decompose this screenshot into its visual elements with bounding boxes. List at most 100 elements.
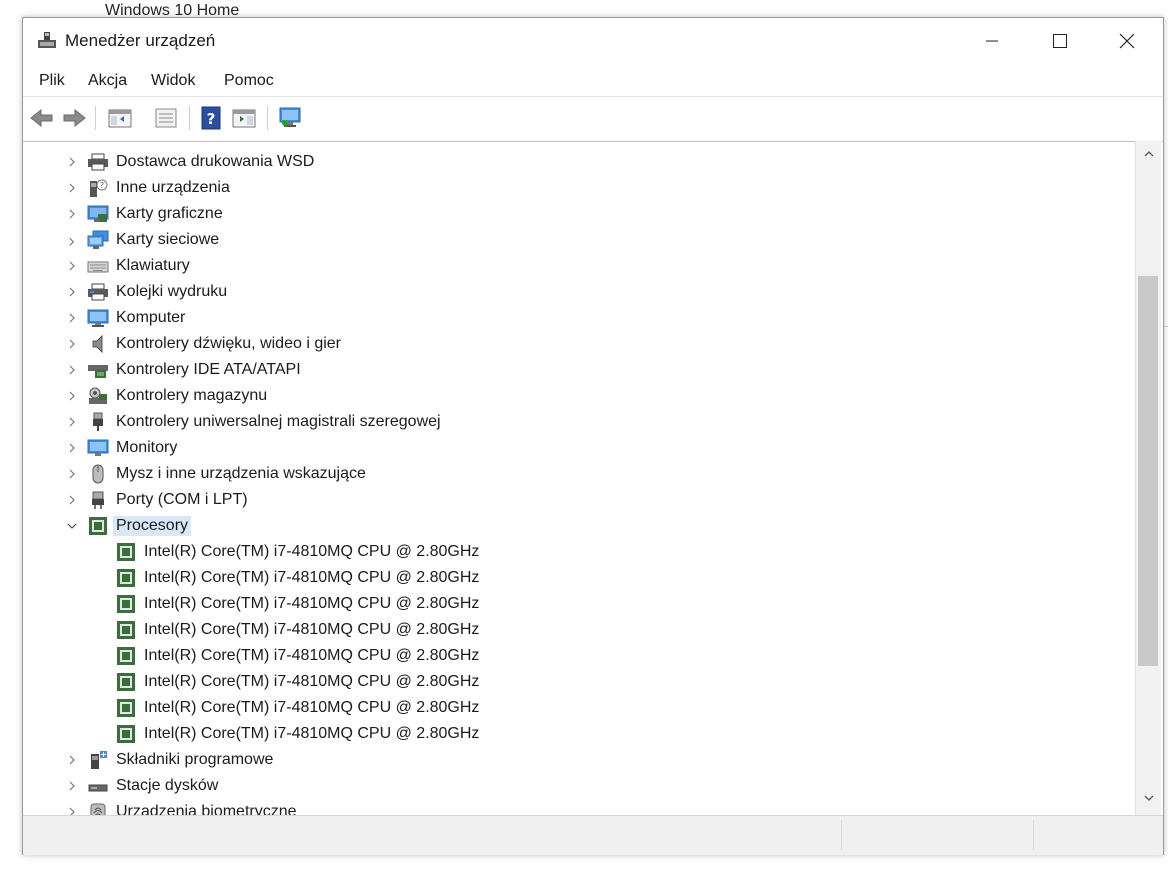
tree-item-storage-controllers[interactable]: Kontrolery magazynu	[67, 384, 667, 408]
tree-item-label: Kontrolery IDE ATA/ATAPI	[116, 361, 301, 378]
menu-pomoc[interactable]: Pomoc	[224, 70, 274, 92]
minimize-button[interactable]	[968, 26, 1016, 56]
tree-item-label: Procesory	[113, 516, 192, 536]
tree-item-cpu[interactable]: Intel(R) Core(TM) i7-4810MQ CPU @ 2.80GH…	[115, 644, 615, 668]
processor-icon	[117, 725, 135, 743]
tree-item-biometric-devices[interactable]: Urządzenia biometryczne	[67, 800, 667, 816]
status-separator	[1033, 820, 1034, 850]
chevron-right-icon[interactable]	[67, 155, 77, 169]
tree-item-keyboards[interactable]: Klawiatury	[67, 254, 667, 278]
tree-item-usb-controllers[interactable]: Kontrolery uniwersalnej magistrali szere…	[67, 410, 667, 434]
chevron-right-icon[interactable]	[67, 285, 77, 299]
tree-item-label: Komputer	[116, 309, 186, 326]
tree-item-label: Mysz i inne urządzenia wskazujące	[116, 465, 366, 482]
tree-item-software-components[interactable]: Składniki programowe	[67, 748, 667, 772]
tree-item-cpu[interactable]: Intel(R) Core(TM) i7-4810MQ CPU @ 2.80GH…	[115, 566, 615, 590]
status-bar	[23, 815, 1163, 855]
tree-item-cpu[interactable]: Intel(R) Core(TM) i7-4810MQ CPU @ 2.80GH…	[115, 592, 615, 616]
forward-arrow-icon[interactable]	[61, 106, 87, 130]
chevron-right-icon[interactable]	[67, 259, 77, 273]
print-queue-icon	[88, 283, 108, 301]
tree-item-monitors[interactable]: Monitory	[67, 436, 667, 460]
disk-drive-icon	[88, 784, 108, 792]
chevron-right-icon[interactable]	[67, 441, 77, 455]
toolbar-separator	[95, 106, 96, 130]
toolbar-separator	[189, 106, 190, 130]
title-bar[interactable]: Menedżer urządzeń	[23, 18, 1163, 64]
tree-item-network-adapters[interactable]: Karty sieciowe	[67, 228, 667, 252]
help-icon[interactable]: ?	[199, 106, 225, 130]
tree-item-label: Intel(R) Core(TM) i7-4810MQ CPU @ 2.80GH…	[144, 569, 480, 586]
processor-icon	[117, 569, 135, 587]
processor-icon	[117, 673, 135, 691]
tree-item-sound-video-game-controllers[interactable]: Kontrolery dźwięku, wideo i gier	[67, 332, 667, 356]
tree-item-label: Inne urządzenia	[116, 179, 230, 196]
tree-item-disk-drives[interactable]: Stacje dysków	[67, 774, 667, 798]
tree-item-ide-ata-atapi-controllers[interactable]: Kontrolery IDE ATA/ATAPI	[67, 358, 667, 382]
chevron-right-icon[interactable]	[67, 181, 77, 195]
tree-item-label: Klawiatury	[116, 257, 190, 274]
tree-item-cpu[interactable]: Intel(R) Core(TM) i7-4810MQ CPU @ 2.80GH…	[115, 540, 615, 564]
menu-bar: Plik Akcja Widok Pomoc	[23, 66, 1163, 96]
tree-item-cpu[interactable]: Intel(R) Core(TM) i7-4810MQ CPU @ 2.80GH…	[115, 670, 615, 694]
tree-item-label: Kontrolery uniwersalnej magistrali szere…	[116, 413, 441, 430]
computer-icon	[87, 309, 109, 327]
chevron-right-icon[interactable]	[67, 389, 77, 403]
software-component-icon	[91, 751, 107, 769]
tree-item-label: Kontrolery dźwięku, wideo i gier	[116, 335, 341, 352]
show-hide-console-tree-icon[interactable]	[107, 106, 133, 130]
chevron-right-icon[interactable]	[67, 779, 77, 793]
maximize-button[interactable]	[1035, 26, 1083, 56]
close-button[interactable]	[1103, 26, 1151, 56]
scrollbar-thumb[interactable]	[1138, 276, 1158, 666]
tree-item-cpu[interactable]: Intel(R) Core(TM) i7-4810MQ CPU @ 2.80GH…	[115, 696, 615, 720]
svg-text:?: ?	[207, 110, 216, 128]
chevron-down-icon[interactable]	[67, 519, 77, 533]
properties-icon[interactable]	[153, 106, 179, 130]
tree-item-label: Karty sieciowe	[116, 231, 220, 248]
menu-akcja[interactable]: Akcja	[88, 70, 127, 92]
tree-item-label: Urządzenia biometryczne	[116, 803, 297, 816]
action-pane-icon[interactable]	[231, 106, 257, 130]
back-arrow-icon[interactable]	[29, 106, 55, 130]
port-icon	[92, 491, 104, 509]
tree-item-computer[interactable]: Komputer	[67, 306, 667, 330]
scroll-up-arrow-icon[interactable]	[1142, 149, 1156, 159]
menu-plik[interactable]: Plik	[39, 70, 65, 92]
scan-hardware-icon[interactable]	[277, 106, 303, 130]
device-tree[interactable]: Dostawca drukowania WSD ? Inne urządzeni…	[23, 141, 1135, 816]
chevron-right-icon[interactable]	[67, 415, 77, 429]
tree-item-wsd-print-provider[interactable]: Dostawca drukowania WSD	[67, 150, 667, 174]
chevron-right-icon[interactable]	[67, 467, 77, 481]
tree-item-processors[interactable]: Procesory	[67, 514, 667, 538]
tree-item-ports[interactable]: Porty (COM i LPT)	[67, 488, 667, 512]
device-manager-app-icon	[38, 32, 56, 48]
speaker-icon	[92, 334, 103, 354]
scroll-down-arrow-icon[interactable]	[1142, 793, 1156, 803]
tree-item-label: Kolejki wydruku	[116, 283, 228, 300]
unknown-device-icon: ?	[90, 179, 108, 197]
tree-item-print-queues[interactable]: Kolejki wydruku	[67, 280, 667, 304]
tree-item-label: Intel(R) Core(TM) i7-4810MQ CPU @ 2.80GH…	[144, 621, 480, 638]
printer-icon	[88, 153, 108, 171]
tree-item-cpu[interactable]: Intel(R) Core(TM) i7-4810MQ CPU @ 2.80GH…	[115, 722, 615, 746]
tree-item-display-adapters[interactable]: Karty graficzne	[67, 202, 667, 226]
menu-widok[interactable]: Widok	[151, 70, 195, 92]
tree-item-label: Intel(R) Core(TM) i7-4810MQ CPU @ 2.80GH…	[144, 673, 480, 690]
tree-item-label: Intel(R) Core(TM) i7-4810MQ CPU @ 2.80GH…	[144, 543, 480, 560]
processor-icon	[117, 543, 135, 561]
chevron-right-icon[interactable]	[67, 207, 77, 221]
display-adapter-icon	[87, 205, 109, 222]
chevron-right-icon[interactable]	[67, 363, 77, 377]
vertical-scrollbar[interactable]	[1135, 141, 1161, 815]
tree-item-cpu[interactable]: Intel(R) Core(TM) i7-4810MQ CPU @ 2.80GH…	[115, 618, 615, 642]
chevron-right-icon[interactable]	[67, 311, 77, 325]
chevron-right-icon[interactable]	[67, 337, 77, 351]
svg-text:?: ?	[100, 181, 104, 190]
tree-item-other-devices[interactable]: ? Inne urządzenia	[67, 176, 667, 200]
device-manager-window: Menedżer urządzeń Plik Akcja Widok Pomoc	[22, 17, 1164, 855]
chevron-right-icon[interactable]	[67, 753, 77, 767]
chevron-right-icon[interactable]	[67, 493, 77, 507]
tree-item-mice[interactable]: Mysz i inne urządzenia wskazujące	[67, 462, 667, 486]
chevron-right-icon[interactable]	[67, 233, 77, 247]
